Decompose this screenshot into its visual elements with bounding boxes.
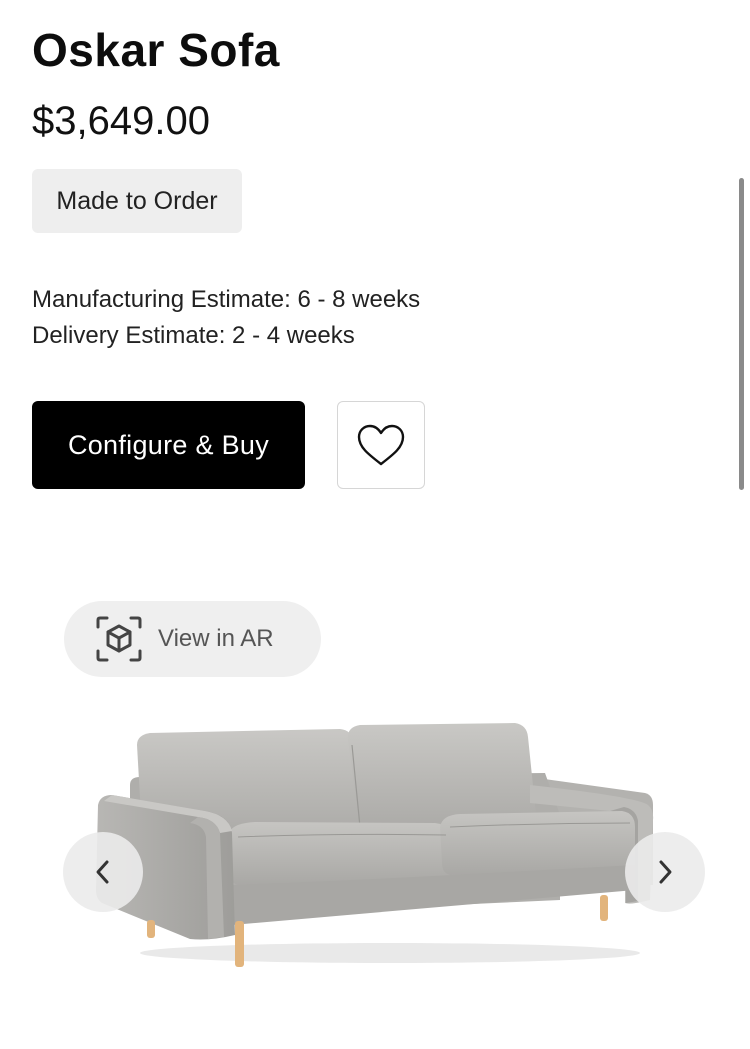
view-in-ar-label: View in AR — [158, 625, 274, 652]
manufacturing-estimate: Manufacturing Estimate: 6 - 8 weeks — [32, 286, 421, 313]
estimates: Manufacturing Estimate: 6 - 8 weeks Deli… — [32, 282, 420, 354]
product-title: Oskar Sofa — [32, 24, 280, 76]
heart-icon — [357, 424, 405, 466]
carousel-next-button[interactable] — [625, 832, 705, 912]
product-price: $3,649.00 — [32, 99, 210, 143]
carousel-prev-button[interactable] — [63, 832, 143, 912]
sofa-product-image — [96, 723, 654, 967]
configure-buy-button[interactable]: Configure & Buy — [32, 401, 305, 489]
chevron-left-icon — [96, 860, 109, 884]
favorite-button[interactable] — [337, 401, 425, 489]
delivery-estimate: Delivery Estimate: 2 - 4 weeks — [32, 322, 355, 349]
scrollbar[interactable] — [739, 178, 744, 490]
chevron-right-icon — [659, 860, 672, 884]
ar-cube-icon — [96, 616, 142, 662]
made-to-order-badge: Made to Order — [32, 169, 242, 233]
view-in-ar-button[interactable]: View in AR — [64, 601, 321, 677]
